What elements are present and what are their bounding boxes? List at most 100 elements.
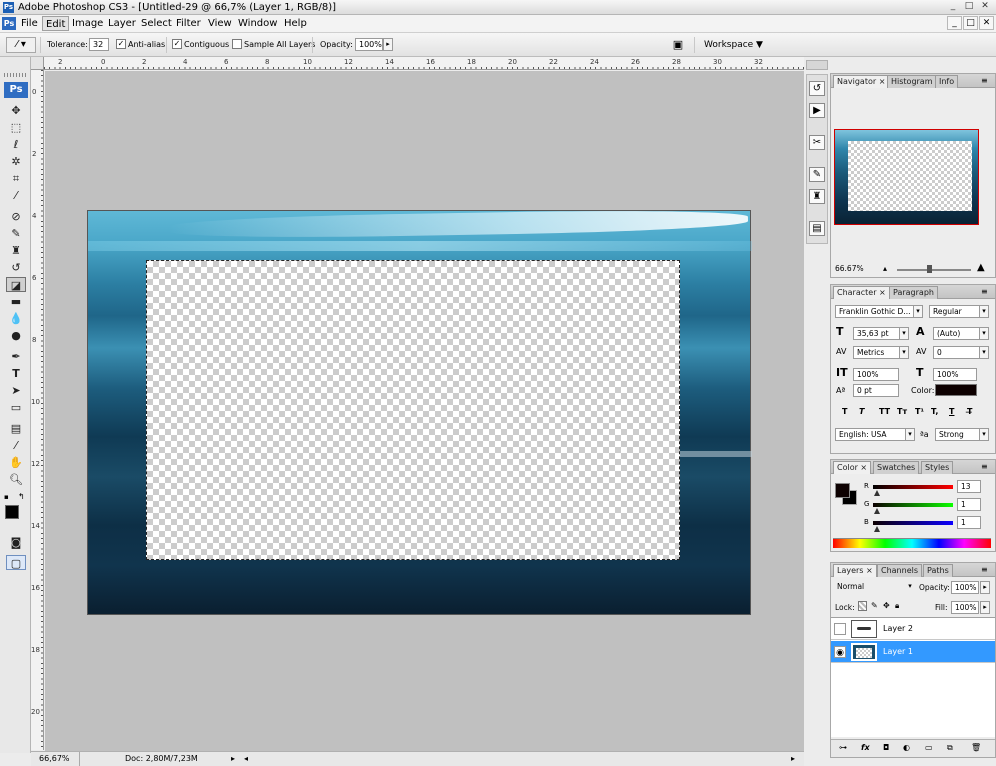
strikethrough-icon[interactable]: T̶: [967, 407, 972, 417]
file-browser-icon[interactable]: ▣: [668, 37, 688, 53]
minimize-button[interactable]: _: [946, 1, 960, 13]
small-caps-icon[interactable]: Tт: [897, 407, 907, 417]
font-size-input[interactable]: 35,63 pt: [853, 327, 903, 340]
gradient-tool-icon[interactable]: ▬: [6, 294, 26, 309]
marquee-tool-icon[interactable]: ⬚: [6, 120, 26, 135]
tab-paths[interactable]: Paths: [923, 564, 953, 577]
tab-styles[interactable]: Styles: [921, 461, 954, 474]
chevron-down-icon[interactable]: ▾: [979, 327, 989, 340]
adjustment-icon[interactable]: ◐: [903, 743, 910, 753]
text-color-swatch[interactable]: [935, 384, 977, 396]
history-icon[interactable]: ↺: [809, 81, 825, 96]
menu-window[interactable]: Window: [235, 16, 280, 31]
zoom-level[interactable]: 66,67%: [39, 754, 70, 764]
baseline-shift-input[interactable]: 0 pt: [853, 384, 899, 397]
zoom-tool-icon[interactable]: 🔍︎: [6, 472, 26, 487]
blue-slider-thumb[interactable]: [874, 526, 880, 532]
menu-view[interactable]: View: [205, 16, 235, 31]
transparent-selection[interactable]: [146, 260, 680, 560]
dodge-tool-icon[interactable]: ●: [6, 328, 26, 343]
panel-menu-icon[interactable]: ≡: [981, 462, 988, 471]
navigator-zoom-slider[interactable]: [897, 269, 971, 271]
eyedropper-sample-tool-icon[interactable]: ⁄: [6, 438, 26, 453]
chevron-down-icon[interactable]: ▾: [979, 305, 989, 318]
eraser-tool-icon[interactable]: ◪: [6, 277, 26, 292]
brushes-icon[interactable]: ✎: [809, 167, 825, 182]
group-icon[interactable]: ▭: [925, 743, 933, 753]
clone-source-icon[interactable]: ♜: [809, 189, 825, 204]
screen-mode-icon[interactable]: ▢: [6, 555, 26, 570]
menu-help[interactable]: Help: [281, 16, 310, 31]
navigator-zoom-value[interactable]: 66.67%: [835, 264, 864, 274]
tool-presets-icon[interactable]: ✂: [809, 135, 825, 150]
scroll-left-icon[interactable]: ◂: [244, 754, 254, 764]
default-colors-icon[interactable]: ▪: [4, 493, 12, 501]
fill-slider-arrow-icon[interactable]: ▸: [980, 601, 990, 614]
tab-character[interactable]: Character ×: [833, 286, 890, 299]
tab-swatches[interactable]: Swatches: [873, 461, 920, 474]
panel-menu-icon[interactable]: ≡: [981, 76, 988, 85]
font-family-select[interactable]: Franklin Gothic D...: [835, 305, 923, 318]
zoom-out-icon[interactable]: ▴: [883, 264, 887, 273]
chevron-down-icon[interactable]: ▾: [905, 581, 915, 594]
layer-row-layer-1[interactable]: ◉ Layer 1: [831, 641, 995, 663]
navigator-zoom-thumb[interactable]: [927, 265, 932, 273]
notes-tool-icon[interactable]: ▤: [6, 421, 26, 436]
trash-icon[interactable]: 🗑︎: [971, 743, 981, 753]
panel-menu-icon[interactable]: ≡: [981, 565, 988, 574]
eyedropper-tool-icon[interactable]: ⁄: [6, 188, 26, 203]
photoshop-logo[interactable]: Ps: [4, 82, 28, 98]
shape-tool-icon[interactable]: ▭: [6, 400, 26, 415]
sample-all-layers-checkbox[interactable]: [232, 39, 242, 49]
opacity-input[interactable]: 100%: [355, 38, 383, 51]
lasso-tool-icon[interactable]: ℓ: [6, 137, 26, 152]
tab-color[interactable]: Color ×: [833, 461, 872, 474]
eye-icon[interactable]: ◉: [834, 646, 846, 658]
green-value-input[interactable]: 1: [957, 498, 981, 511]
menu-filter[interactable]: Filter: [173, 16, 204, 31]
dock-grip[interactable]: [806, 60, 828, 70]
superscript-icon[interactable]: T¹: [915, 407, 924, 417]
layer-comps-icon[interactable]: ▤: [809, 221, 825, 236]
subscript-icon[interactable]: T,: [931, 407, 938, 417]
move-tool-icon[interactable]: ✥: [6, 103, 26, 118]
doc-close-button[interactable]: ✕: [979, 16, 994, 30]
chevron-down-icon[interactable]: ▾: [979, 346, 989, 359]
doc-minimize-button[interactable]: _: [947, 16, 962, 30]
chevron-down-icon[interactable]: ▾: [899, 346, 909, 359]
close-button[interactable]: ✕: [978, 1, 992, 13]
panel-menu-icon[interactable]: ≡: [981, 287, 988, 296]
all-caps-icon[interactable]: TT: [879, 407, 890, 417]
toolbox-grip[interactable]: [4, 73, 28, 77]
healing-brush-tool-icon[interactable]: ⊘: [6, 209, 26, 224]
history-brush-tool-icon[interactable]: ↺: [6, 260, 26, 275]
menu-file[interactable]: File: [18, 16, 41, 31]
doc-restore-button[interactable]: □: [963, 16, 978, 30]
layer-name[interactable]: Layer 1: [883, 647, 913, 657]
menu-image[interactable]: Image: [69, 16, 106, 31]
blend-mode-select[interactable]: Normal: [834, 581, 916, 594]
green-slider-thumb[interactable]: [874, 508, 880, 514]
navigator-preview[interactable]: [834, 129, 979, 225]
crop-tool-icon[interactable]: ⌗: [6, 171, 26, 186]
tolerance-input[interactable]: 32: [89, 38, 109, 51]
fill-input[interactable]: 100%: [951, 601, 979, 614]
lock-transparency-icon[interactable]: [858, 601, 867, 611]
scroll-right-icon[interactable]: ▸: [791, 754, 801, 764]
red-value-input[interactable]: 13: [957, 480, 981, 493]
layer-opacity-input[interactable]: 100%: [951, 581, 979, 594]
chevron-down-icon[interactable]: ▾: [905, 428, 915, 441]
quick-selection-tool-icon[interactable]: ✲: [6, 154, 26, 169]
underline-icon[interactable]: T: [949, 407, 954, 417]
layer-name[interactable]: Layer 2: [883, 624, 913, 634]
maximize-button[interactable]: □: [962, 1, 976, 13]
layer-visibility-toggle[interactable]: [834, 623, 846, 635]
pen-tool-icon[interactable]: ✒: [6, 349, 26, 364]
vertical-scale-input[interactable]: 100%: [853, 368, 899, 381]
lock-all-icon[interactable]: 🔒︎: [895, 601, 899, 611]
tab-histogram[interactable]: Histogram: [887, 75, 937, 88]
faux-italic-icon[interactable]: T: [859, 407, 864, 417]
opacity-slider-arrow-icon[interactable]: ▸: [383, 38, 393, 51]
quick-mask-icon[interactable]: ◙: [6, 535, 26, 550]
path-selection-tool-icon[interactable]: ➤: [6, 383, 26, 398]
